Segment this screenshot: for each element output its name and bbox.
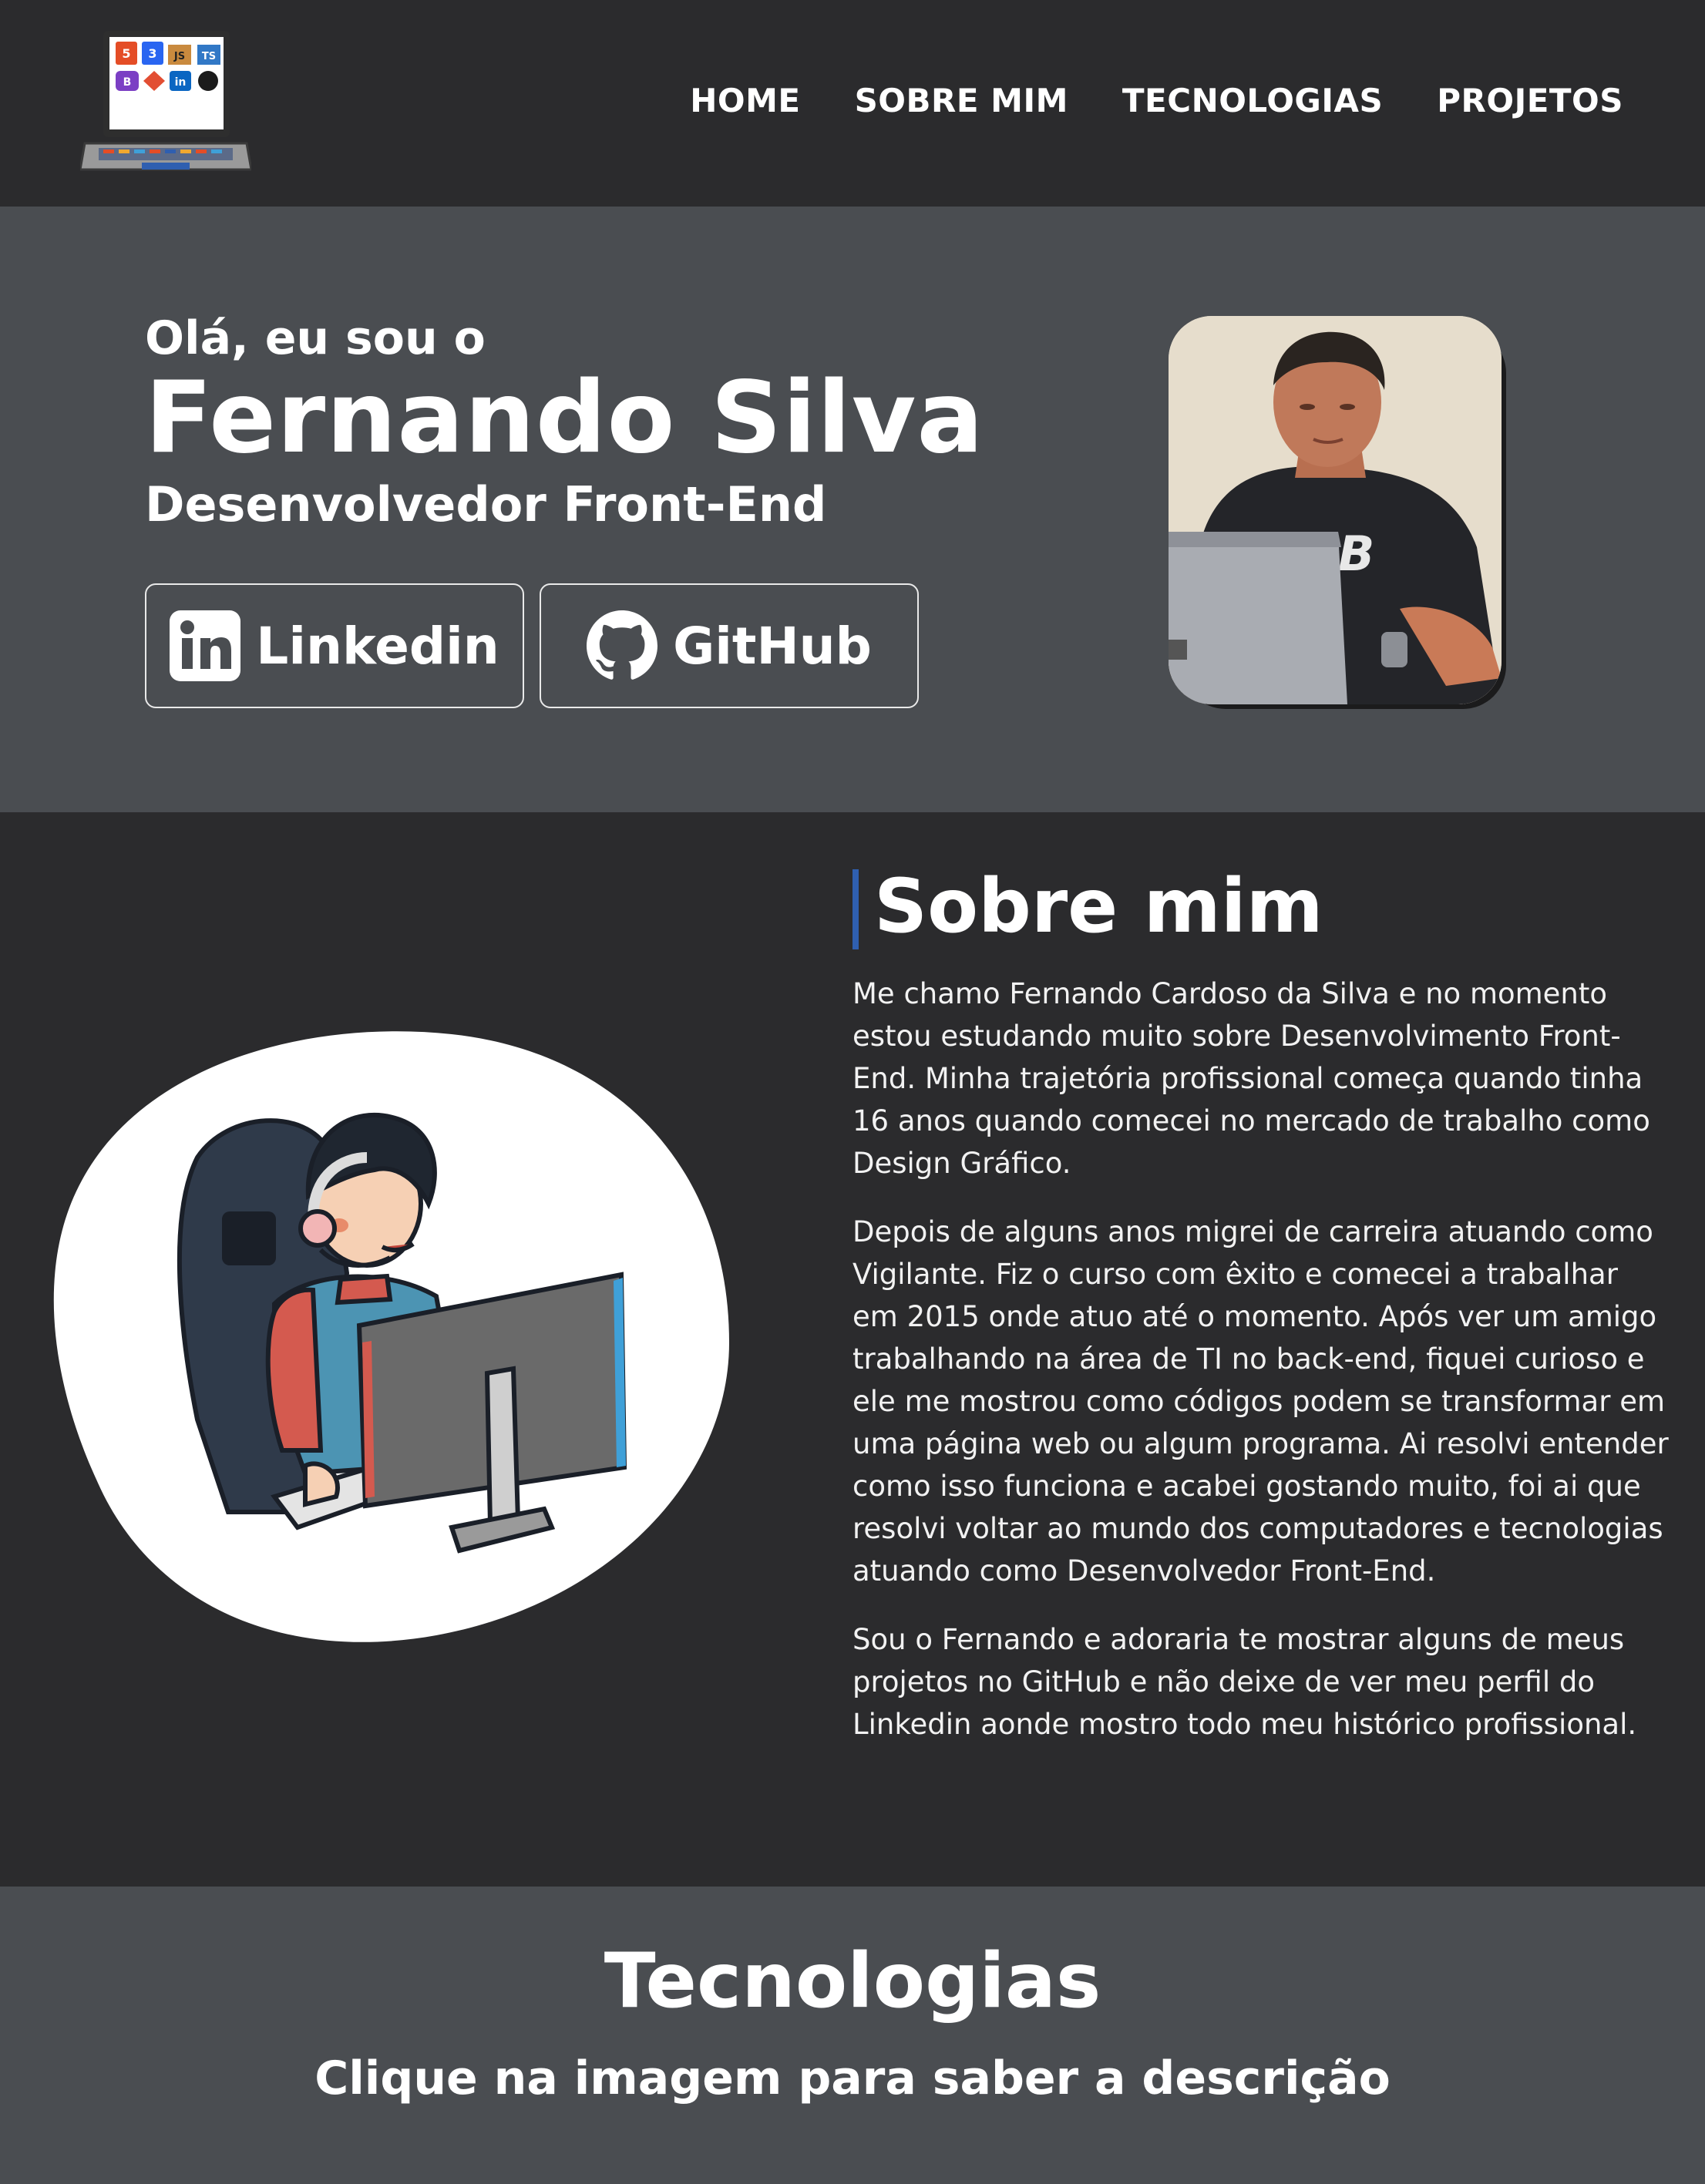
hero-name: Fernando Silva (145, 361, 984, 475)
about-text: Me chamo Fernando Cardoso da Silva e no … (852, 973, 1670, 1772)
top-navbar: 5 3 JS TS B in HOME SOBRE MIM TECNOLOGIA… (0, 0, 1705, 207)
person-at-laptop-illustration: B (1169, 316, 1502, 704)
hero-greeting: Olá, eu sou o (145, 311, 486, 365)
logo-badge-bootstrap: B (123, 76, 132, 89)
hero-role: Desenvolvedor Front-End (145, 476, 827, 533)
hero-section: Olá, eu sou o Fernando Silva Desenvolved… (0, 207, 1705, 812)
about-title-accent-bar (852, 869, 859, 949)
about-paragraph: Me chamo Fernando Cardoso da Silva e no … (852, 977, 1650, 1180)
profile-photo: B (1169, 316, 1502, 704)
gamer-illustration (51, 1019, 735, 1648)
svg-text:B: B (1338, 526, 1374, 582)
person-at-computer-icon (53, 1031, 730, 1642)
technologies-title: Tecnologias (604, 1937, 1101, 2025)
nav-home-link[interactable]: HOME (690, 82, 800, 119)
linkedin-button-label: Linkedin (256, 616, 499, 676)
logo-badge-js: JS (173, 51, 185, 62)
logo-badge-linkedin: in (175, 76, 187, 89)
logo-badge-ts: TS (202, 51, 216, 62)
nav-about-link[interactable]: SOBRE MIM (855, 82, 1068, 119)
site-logo[interactable]: 5 3 JS TS B in (79, 28, 253, 177)
github-icon (587, 610, 658, 680)
about-paragraph: Sou o Fernando e adoraria te mostrar alg… (852, 1623, 1637, 1741)
about-paragraph: Depois de alguns anos migrei de carreira… (852, 1215, 1669, 1588)
laptop-logo-icon: 5 3 JS TS B in (79, 31, 253, 171)
about-title: Sobre mim (874, 863, 1323, 949)
logo-badge-html: 5 (122, 46, 130, 61)
github-button-label: GitHub (673, 616, 872, 676)
linkedin-button[interactable]: Linkedin (145, 583, 524, 708)
social-buttons: Linkedin GitHub (145, 583, 919, 708)
logo-badge-css: 3 (148, 46, 156, 61)
github-button[interactable]: GitHub (540, 583, 919, 708)
linkedin-icon (170, 610, 241, 681)
about-section: Sobre mim Me chamo Fernando Cardoso da S… (0, 812, 1705, 1887)
profile-photo-frame: B (1169, 316, 1506, 709)
technologies-subtitle: Clique na imagem para saber a descrição (314, 2051, 1391, 2105)
nav-projects-link[interactable]: PROJETOS (1437, 82, 1623, 119)
main-menu: HOME SOBRE MIM TECNOLOGIAS PROJETOS (690, 82, 1623, 119)
nav-technologies-link[interactable]: TECNOLOGIAS (1122, 82, 1383, 119)
technologies-section: Tecnologias Clique na imagem para saber … (0, 1887, 1705, 2184)
